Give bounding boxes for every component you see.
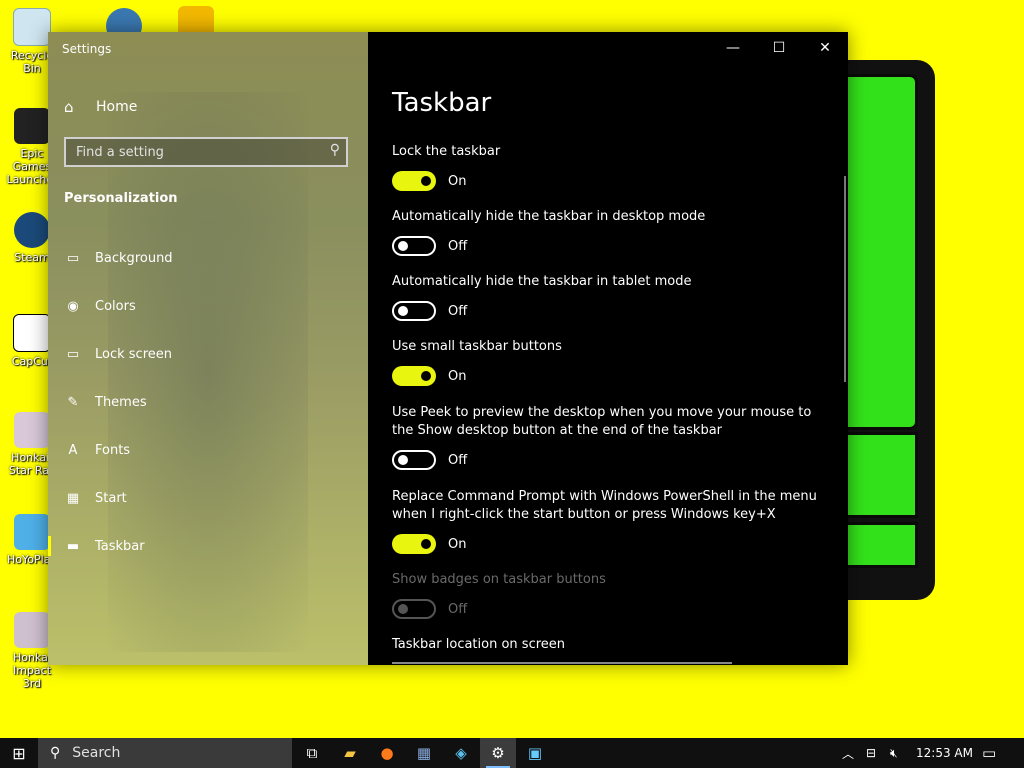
app-button-monitor[interactable]: ▣ [517, 738, 553, 768]
firefox-icon: ● [380, 744, 394, 762]
autohide-tablet-toggle[interactable] [392, 301, 436, 321]
setting-small-buttons: Use small taskbar buttons On [392, 338, 832, 386]
palette-icon: ◉ [67, 298, 79, 314]
themes-icon: ✎ [67, 394, 79, 410]
recycle-bin-icon [13, 8, 51, 46]
setting-autohide-tablet: Automatically hide the taskbar in tablet… [392, 273, 832, 321]
network-button[interactable]: ⊟ [866, 738, 876, 768]
powershell-toggle[interactable] [392, 534, 436, 554]
volume-muted-icon: 🔇︎ [890, 745, 898, 760]
honkai-star-rail-icon [14, 412, 50, 448]
network-icon: ⊟ [866, 746, 877, 760]
section-title: Personalization [64, 191, 178, 206]
search-placeholder: Find a setting [76, 145, 164, 160]
sidebar-item-colors[interactable]: ◉ Colors [48, 282, 368, 330]
lock-taskbar-toggle[interactable] [392, 171, 436, 191]
window-title: Settings [62, 42, 112, 56]
setting-peek: Use Peek to preview the desktop when you… [392, 404, 832, 470]
find-setting-search[interactable]: Find a setting ⚲ [64, 137, 348, 167]
store-icon: ▦ [416, 744, 432, 762]
app-button-blue[interactable]: ◈ [443, 738, 479, 768]
task-view-icon: ⧉ [306, 744, 318, 762]
home-icon: ⌂ [64, 98, 74, 116]
notifications-button[interactable]: ▭ [982, 738, 996, 768]
task-view-button[interactable]: ⧉ [294, 738, 330, 768]
sidebar-item-background[interactable]: ▭ Background [48, 234, 368, 282]
steam-icon [14, 212, 50, 248]
setting-lock-taskbar: Lock the taskbar On [392, 143, 832, 191]
capcut-icon [13, 314, 51, 352]
hoyoplay-icon [14, 514, 50, 550]
folder-icon: ▰ [344, 744, 356, 762]
lock-screen-icon: ▭ [66, 346, 80, 362]
setting-powershell: Replace Command Prompt with Windows Powe… [392, 488, 832, 554]
sidebar-item-fonts[interactable]: A Fonts [48, 426, 368, 474]
store-button[interactable]: ▦ [406, 738, 442, 768]
sidebar-item-start[interactable]: ▦ Start [48, 474, 368, 522]
app-icon: ◈ [455, 744, 467, 762]
firefox-button[interactable]: ● [369, 738, 405, 768]
honkai-impact-icon [14, 612, 50, 648]
close-button[interactable]: ✕ [802, 32, 848, 64]
file-explorer-button[interactable]: ▰ [332, 738, 368, 768]
image-icon: ▭ [66, 250, 80, 266]
sidebar-item-lock-screen[interactable]: ▭ Lock screen [48, 330, 368, 378]
content-scrollbar[interactable] [844, 176, 846, 382]
small-buttons-toggle[interactable] [392, 366, 436, 386]
taskbar-icon: ▬ [66, 538, 80, 554]
windows-logo-icon: ⊞ [12, 743, 26, 763]
search-icon: ⚲ [50, 745, 61, 761]
fonts-icon: A [68, 442, 78, 458]
sidebar-item-themes[interactable]: ✎ Themes [48, 378, 368, 426]
settings-window: Settings ⌂ Home Find a setting ⚲ Persona… [48, 32, 848, 665]
home-label: Home [96, 99, 138, 115]
sidebar: Settings ⌂ Home Find a setting ⚲ Persona… [48, 32, 368, 665]
taskbar-search[interactable]: ⚲ Search [38, 738, 292, 768]
peek-toggle[interactable] [392, 450, 436, 470]
tray-chevron[interactable]: ︿ [842, 738, 854, 768]
sidebar-item-taskbar[interactable]: ▬ Taskbar [48, 522, 368, 570]
start-icon: ▦ [66, 490, 80, 506]
setting-location: Taskbar location on screen [392, 637, 566, 652]
clock[interactable]: 12:53 AM [916, 738, 973, 768]
setting-autohide-desktop: Automatically hide the taskbar in deskto… [392, 208, 832, 256]
windows-taskbar: ⊞ ⚲ Search ⧉ ▰ ● ▦ ◈ ⚙ ▣ ︿ ⊟ 🔇︎ 12:53 AM… [0, 738, 1024, 768]
volume-button[interactable]: 🔇︎ [890, 738, 898, 768]
epic-games-icon [14, 108, 50, 144]
sidebar-nav: ▭ Background ◉ Colors ▭ Lock screen ✎ Th… [48, 234, 368, 570]
chevron-up-icon: ︿ [842, 746, 855, 761]
gear-icon: ⚙ [491, 744, 505, 762]
notification-icon: ▭ [982, 744, 997, 762]
monitor-icon: ▣ [527, 744, 543, 762]
maximize-button[interactable]: ☐ [756, 32, 802, 64]
setting-badges: Show badges on taskbar buttons Off [392, 571, 832, 619]
minimize-button[interactable]: — [710, 32, 756, 64]
settings-taskbar-button[interactable]: ⚙ [480, 738, 516, 768]
page-title: Taskbar [392, 88, 492, 118]
autohide-desktop-toggle[interactable] [392, 236, 436, 256]
taskbar-location-dropdown[interactable] [392, 662, 732, 665]
search-icon: ⚲ [329, 142, 340, 158]
badges-toggle [392, 599, 436, 619]
start-button[interactable]: ⊞ [0, 738, 38, 768]
home-link[interactable]: ⌂ Home [64, 96, 137, 118]
